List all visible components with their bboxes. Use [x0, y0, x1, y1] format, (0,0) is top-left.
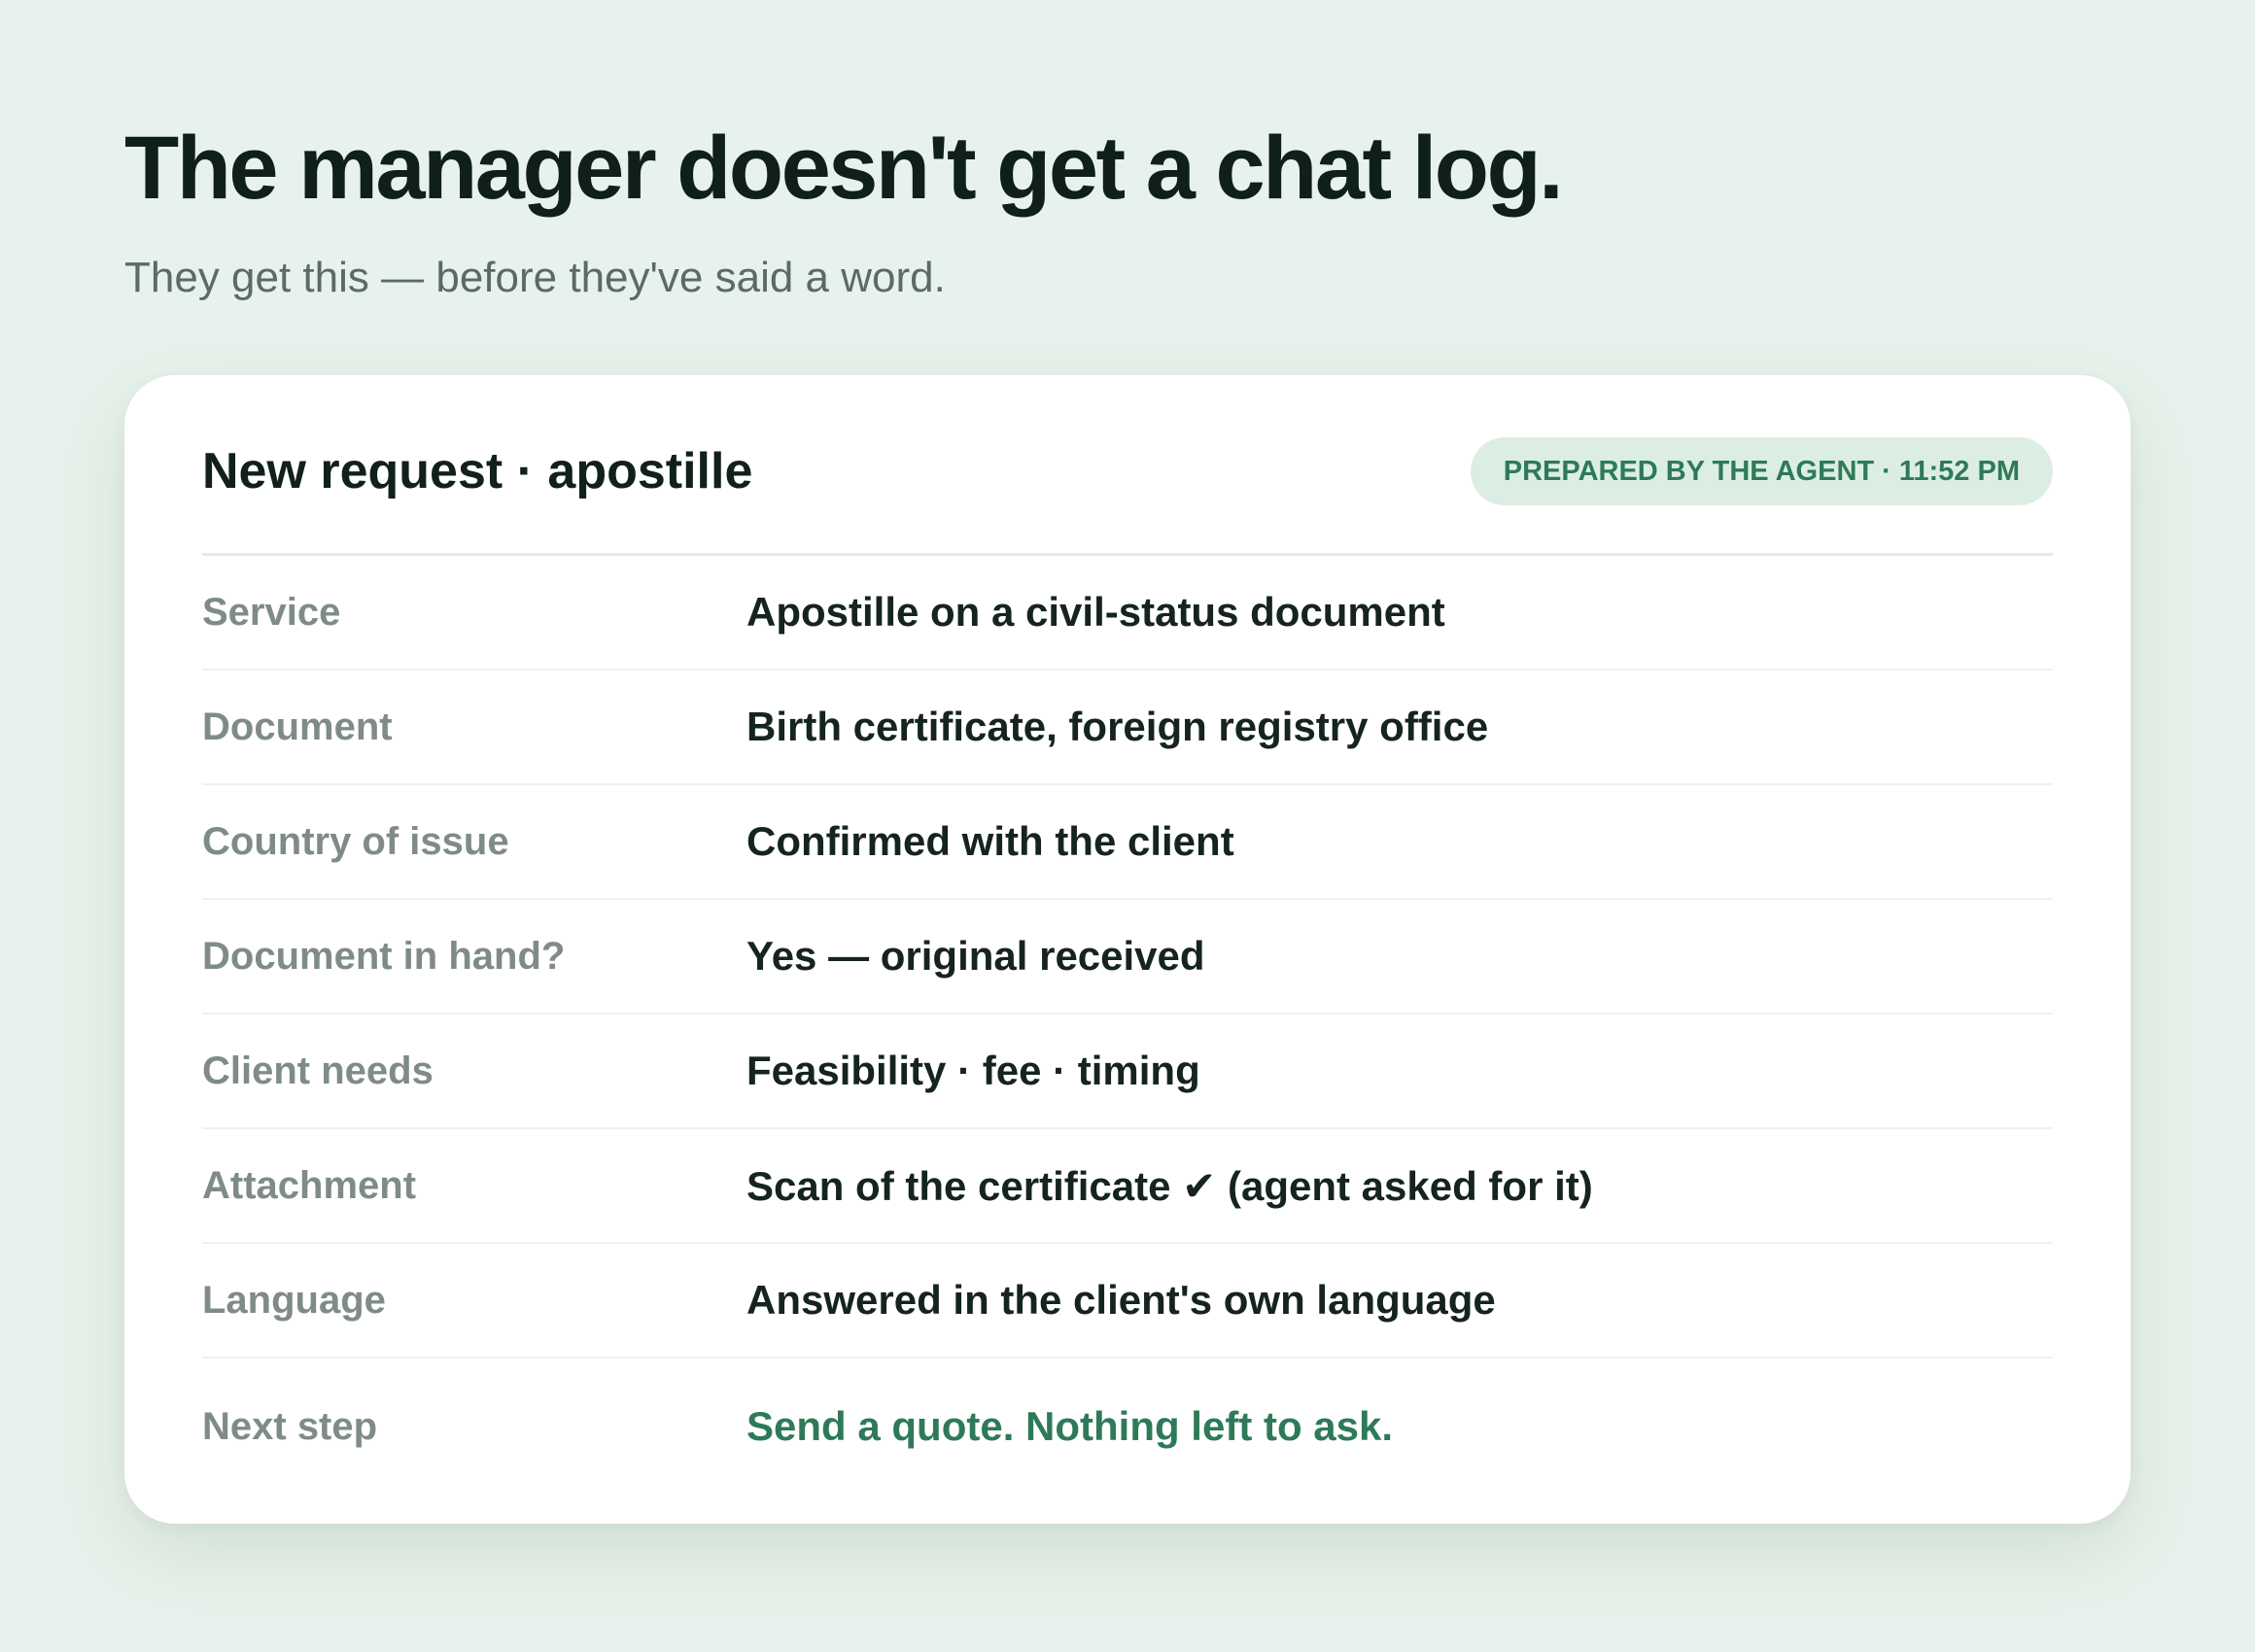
card-header: New request · apostille PREPARED BY THE … — [202, 375, 2053, 556]
field-row-next-step: Next step Send a quote. Nothing left to … — [202, 1359, 2053, 1495]
field-row-document: Document Birth certificate, foreign regi… — [202, 671, 2053, 785]
next-step-value: Send a quote. Nothing left to ask. — [746, 1403, 1394, 1449]
field-label: Document — [202, 705, 393, 748]
field-value: Confirmed with the client — [746, 818, 1234, 864]
field-row-country-of-issue: Country of issue Confirmed with the clie… — [202, 785, 2053, 900]
field-label: Document in hand? — [202, 934, 566, 978]
field-label: Language — [202, 1278, 386, 1322]
field-value: Scan of the certificate ✔ (agent asked f… — [746, 1162, 1593, 1209]
field-label: Next step — [202, 1404, 378, 1448]
page-subtitle: They get this — before they've said a wo… — [124, 254, 946, 301]
field-value: Birth certificate, foreign registry offi… — [746, 704, 1489, 749]
field-row-document-in-hand: Document in hand? Yes — original receive… — [202, 900, 2053, 1015]
field-value: Answered in the client's own language — [746, 1277, 1496, 1323]
field-row-attachment: Attachment Scan of the certificate ✔ (ag… — [202, 1129, 2053, 1244]
field-row-client-needs: Client needs Feasibility · fee · timing — [202, 1015, 2053, 1129]
field-value: Apostille on a civil-status document — [746, 589, 1445, 635]
request-summary-card: New request · apostille PREPARED BY THE … — [124, 375, 2131, 1524]
card-title: New request · apostille — [202, 442, 753, 499]
prepared-by-agent-badge: PREPARED BY THE AGENT · 11:52 PM — [1470, 436, 2053, 505]
field-row-language: Language Answered in the client's own la… — [202, 1244, 2053, 1359]
field-label: Service — [202, 590, 341, 634]
field-value: Yes — original received — [746, 933, 1205, 979]
field-label: Country of issue — [202, 819, 509, 863]
field-value: Feasibility · fee · timing — [746, 1048, 1200, 1093]
field-label: Attachment — [202, 1163, 417, 1207]
field-row-service: Service Apostille on a civil-status docu… — [202, 556, 2053, 671]
page-title: The manager doesn't get a chat log. — [124, 119, 1564, 218]
field-label: Client needs — [202, 1049, 434, 1092]
